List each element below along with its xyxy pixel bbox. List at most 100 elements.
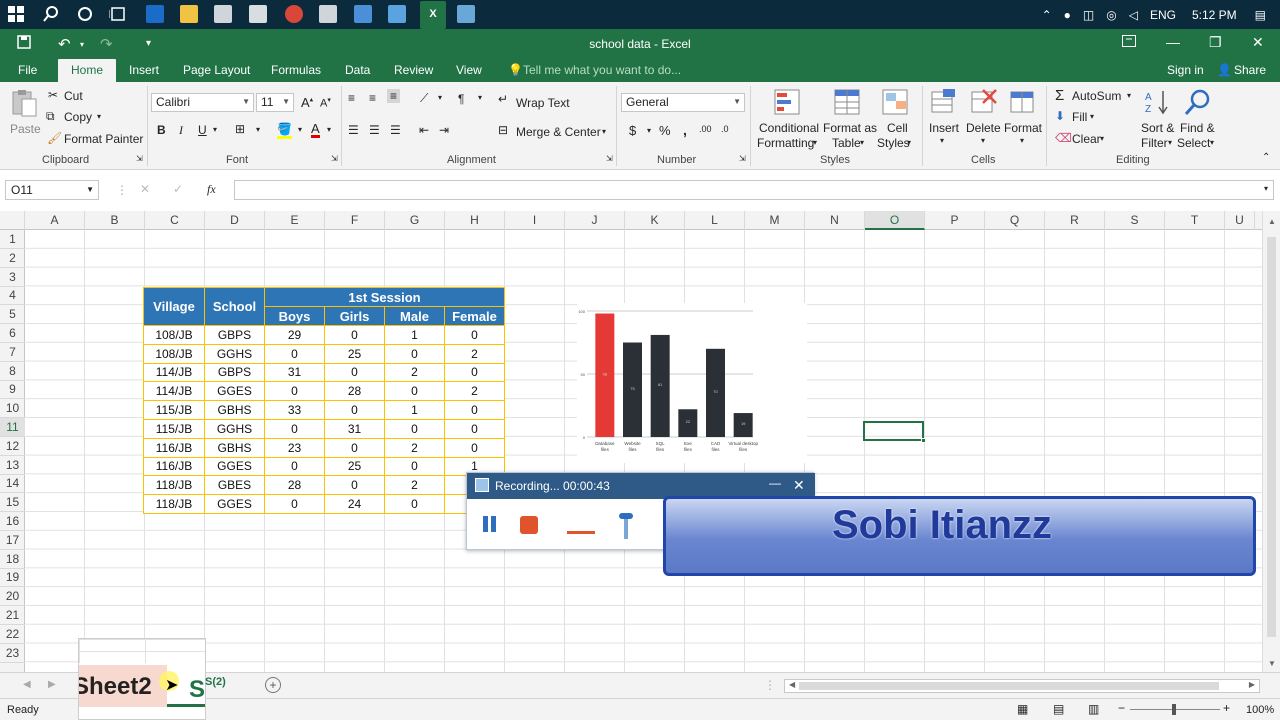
ribbon-display-icon[interactable] xyxy=(1122,34,1136,50)
tab-insert[interactable]: Insert xyxy=(129,63,159,77)
restore-icon[interactable]: ❐ xyxy=(1209,34,1222,51)
table-cell[interactable]: GGHS xyxy=(204,343,265,364)
text-direction-icon[interactable]: ¶ xyxy=(458,92,464,106)
table-cell[interactable]: GBES xyxy=(204,475,265,496)
row-header-20[interactable]: 20 xyxy=(0,587,25,607)
sort-filter-button[interactable]: Sort & xyxy=(1141,121,1174,135)
page-layout-view-icon[interactable]: ▤ xyxy=(1053,702,1064,716)
format-cells-button[interactable]: Format xyxy=(1004,121,1042,135)
wrap-text-icon[interactable]: ↵ xyxy=(498,92,508,106)
tell-me-box[interactable]: Tell me what you want to do... xyxy=(523,63,681,77)
table-cell[interactable]: 31 xyxy=(264,362,325,383)
tab-review[interactable]: Review xyxy=(394,63,433,77)
paste-icon[interactable] xyxy=(9,89,39,119)
zoom-level[interactable]: 100% xyxy=(1246,704,1274,716)
row-header-6[interactable]: 6 xyxy=(0,324,25,343)
bold-button[interactable]: B xyxy=(157,123,166,137)
table-cell[interactable]: 0 xyxy=(384,494,445,514)
undo-dropdown-icon[interactable]: ▾ xyxy=(80,40,84,49)
table-cell[interactable]: 23 xyxy=(264,437,325,458)
calculator-icon[interactable] xyxy=(319,5,337,23)
table-cell[interactable]: 0 xyxy=(384,381,445,402)
decrease-font-icon[interactable]: A▾ xyxy=(320,96,331,110)
remote-icon[interactable] xyxy=(388,5,406,23)
table-cell[interactable]: 115/JB xyxy=(143,400,205,420)
column-header-n[interactable]: N xyxy=(805,211,865,230)
find-select-icon[interactable] xyxy=(1183,88,1213,118)
comma-button[interactable]: , xyxy=(683,122,687,138)
network-icon[interactable]: ◫ xyxy=(1083,8,1094,22)
cell-styles-button[interactable]: Cell xyxy=(887,121,908,135)
table-cell[interactable]: 1 xyxy=(384,325,445,345)
table-cell[interactable]: 2 xyxy=(384,437,445,458)
header-school[interactable]: School xyxy=(204,287,265,326)
minimize-icon[interactable]: — xyxy=(1166,34,1180,50)
edge-icon[interactable] xyxy=(146,5,164,23)
table-cell[interactable]: 2 xyxy=(384,362,445,383)
redo-icon[interactable]: ↷ xyxy=(100,35,113,53)
column-header-e[interactable]: E xyxy=(265,211,325,230)
scroll-up-icon[interactable]: ▲ xyxy=(1268,217,1276,226)
file-explorer-icon[interactable] xyxy=(180,5,198,23)
table-cell[interactable]: 0 xyxy=(384,456,445,477)
eraser-icon[interactable]: ⌫ xyxy=(1055,131,1072,145)
row-header-1[interactable]: 1 xyxy=(0,230,25,249)
row-header-11[interactable]: 11 xyxy=(0,418,25,437)
row-header-12[interactable]: 12 xyxy=(0,437,25,456)
font-size-combo[interactable]: 11 ▼ xyxy=(256,93,294,112)
column-header-j[interactable]: J xyxy=(565,211,625,230)
table-cell[interactable]: GBHS xyxy=(204,400,265,420)
alignment-launcher-icon[interactable]: ⇲ xyxy=(606,154,613,163)
sign-in-link[interactable]: Sign in xyxy=(1167,63,1204,77)
table-cell[interactable]: 24 xyxy=(324,494,385,514)
conditional-formatting-button[interactable]: Conditional xyxy=(759,121,819,135)
scroll-right-icon[interactable]: ▶ xyxy=(1249,680,1255,689)
column-header-g[interactable]: G xyxy=(385,211,445,230)
insert-function-icon[interactable]: fx xyxy=(207,182,216,197)
currency-dropdown-icon[interactable]: ▾ xyxy=(647,126,651,135)
table-cell[interactable]: 0 xyxy=(324,437,385,458)
table-cell[interactable]: 118/JB xyxy=(143,475,205,496)
format-painter-button[interactable]: Format Painter xyxy=(64,132,143,146)
clipboard-launcher-icon[interactable]: ⇲ xyxy=(136,154,143,163)
mail-icon[interactable] xyxy=(249,5,267,23)
table-cell[interactable]: GGES xyxy=(204,456,265,477)
sheet-tab-copy-label[interactable]: S(2) xyxy=(205,676,226,688)
table-cell[interactable]: GBPS xyxy=(204,362,265,383)
column-header-s[interactable]: S xyxy=(1105,211,1165,230)
format-painter-icon[interactable]: 🖌 xyxy=(47,131,62,145)
row-header-2[interactable]: 2 xyxy=(0,249,25,268)
table-cell[interactable]: 118/JB xyxy=(143,494,205,514)
delete-dropdown-icon[interactable]: ▾ xyxy=(981,136,985,145)
header-female[interactable]: Female xyxy=(444,306,505,326)
autosum-dropdown-icon[interactable]: ▾ xyxy=(1127,91,1131,100)
sort-filter-icon[interactable]: AZ xyxy=(1143,88,1173,118)
table-cell[interactable]: 2 xyxy=(444,343,505,364)
excel-taskbar-icon[interactable]: X xyxy=(420,1,446,29)
save-icon[interactable] xyxy=(17,35,31,53)
cell-styles-dropdown-icon[interactable]: ▾ xyxy=(907,138,911,147)
row-header-17[interactable]: 17 xyxy=(0,531,25,550)
table-cell[interactable]: 114/JB xyxy=(143,362,205,383)
tab-formulas[interactable]: Formulas xyxy=(271,63,321,77)
search-icon[interactable] xyxy=(40,4,62,24)
scroll-down-icon[interactable]: ▼ xyxy=(1268,659,1276,668)
table-cell[interactable]: 0 xyxy=(444,418,505,439)
table-cell[interactable]: 0 xyxy=(384,418,445,439)
conditional-formatting-icon[interactable] xyxy=(773,88,803,118)
table-cell[interactable]: 0 xyxy=(264,418,325,439)
copy-button[interactable]: Copy xyxy=(64,110,92,124)
horizontal-scrollbar[interactable]: ◀ ▶ xyxy=(784,679,1260,693)
add-sheet-icon[interactable]: + xyxy=(265,677,281,693)
format-as-table-button[interactable]: Format as xyxy=(823,121,877,135)
cancel-icon[interactable]: ✕ xyxy=(140,182,150,196)
orientation-icon[interactable]: ⟋ xyxy=(420,91,428,106)
share-button[interactable]: Share xyxy=(1234,63,1266,77)
fill-color-dropdown-icon[interactable]: ▾ xyxy=(298,125,302,134)
format-table-dropdown-icon[interactable]: ▾ xyxy=(860,138,864,147)
table-cell[interactable]: 0 xyxy=(444,437,505,458)
table-cell[interactable]: 25 xyxy=(324,456,385,477)
windows-start-icon[interactable] xyxy=(5,4,27,24)
tab-home[interactable]: Home xyxy=(58,59,117,82)
stop-icon[interactable] xyxy=(520,516,538,534)
